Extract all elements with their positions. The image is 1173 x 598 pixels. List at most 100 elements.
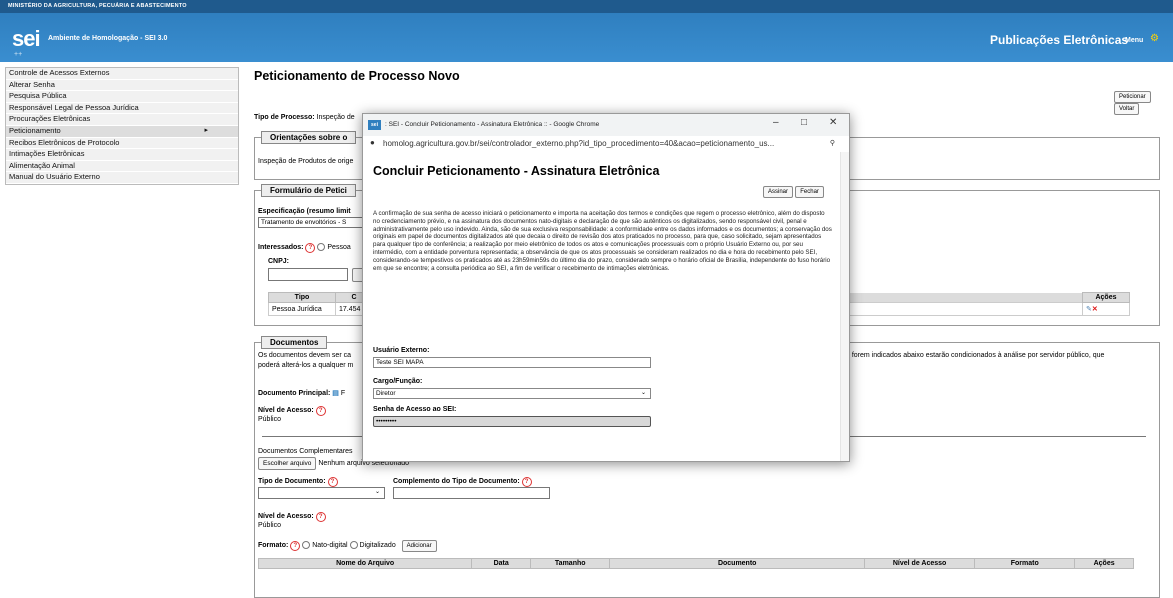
menu-link[interactable]: Menu xyxy=(1125,37,1143,44)
ministry-bar: MINISTÉRIO DA AGRICULTURA, PECUÁRIA E AB… xyxy=(0,0,1173,13)
terms-paragraph: A confirmação de sua senha de acesso ini… xyxy=(373,210,832,272)
sei-logo[interactable]: sei xyxy=(12,26,41,52)
complemento-input[interactable] xyxy=(393,487,550,499)
nivel2-label: Nível de Acesso: xyxy=(258,513,314,520)
voltar-button[interactable]: Voltar xyxy=(1114,103,1140,115)
sidebar-item-manual[interactable]: Manual do Usuário Externo xyxy=(6,172,238,184)
files-table: Nome do Arquivo Data Tamanho Documento N… xyxy=(257,558,1134,569)
assinatura-popup: sei : SEI - Concluir Peticionamento - As… xyxy=(362,113,850,462)
address-bar[interactable]: ● homolog.agricultura.gov.br/sei/control… xyxy=(363,136,849,153)
tipo-processo: Tipo de Processo: Inspeção de xyxy=(254,114,355,121)
delete-icon[interactable]: ✕ xyxy=(1092,306,1098,313)
col-acoes: Ações xyxy=(1082,292,1130,303)
minimize-icon[interactable]: – xyxy=(773,117,779,128)
document-icon: ▤ xyxy=(332,390,339,397)
url-text[interactable]: homolog.agricultura.gov.br/sei/controlad… xyxy=(383,139,821,148)
usuario-label: Usuário Externo: xyxy=(373,347,430,354)
nato-digital-radio[interactable] xyxy=(302,541,311,550)
col-acoes: Ações xyxy=(1074,558,1134,569)
sidebar-item-label: Pesquisa Pública xyxy=(9,91,67,101)
complementares-label: Documentos Complementares xyxy=(258,448,353,455)
interessados-row: Interessados: ? Pessoa xyxy=(258,243,351,253)
popup-actions: Assinar Fechar xyxy=(763,186,824,198)
help-icon[interactable]: ? xyxy=(315,512,326,522)
assinar-button[interactable]: Assinar xyxy=(763,186,794,198)
senha-input[interactable]: ••••••••• xyxy=(373,416,651,427)
cnpj-label: CNPJ: xyxy=(268,258,290,265)
col-formato: Formato xyxy=(974,558,1076,569)
choose-file-button[interactable]: Escolher arquivo xyxy=(258,457,317,470)
nivel2-row: Nível de Acesso: ? xyxy=(258,512,326,522)
sidebar-item-label: Alimentação Animal xyxy=(9,160,75,170)
digitalizado-radio[interactable] xyxy=(349,541,358,550)
cargo-label: Cargo/Função: xyxy=(373,378,423,385)
complemento-label: Complemento do Tipo de Documento: xyxy=(393,478,520,485)
cargo-select[interactable]: Diretor ⌄ xyxy=(373,388,651,399)
documentos-legend: Documentos xyxy=(261,336,328,349)
maximize-icon[interactable]: □ xyxy=(801,117,807,128)
complemento-row: Complemento do Tipo de Documento: ? xyxy=(393,477,532,487)
chevron-right-icon: ▸ xyxy=(204,126,208,134)
help-icon[interactable]: ? xyxy=(305,243,316,253)
col-nome: Nome do Arquivo xyxy=(257,558,473,569)
top-actions: Peticionar Voltar xyxy=(1114,91,1173,115)
sidebar-item-procuracoes[interactable]: Procurações Eletrônicas xyxy=(6,114,238,126)
senha-label: Senha de Acesso ao SEI: xyxy=(373,406,457,413)
digitalizado-label: Digitalizado xyxy=(359,542,396,549)
adicionar-button[interactable]: Adicionar xyxy=(401,540,437,552)
tipo-processo-value: Inspeção de xyxy=(316,114,355,121)
help-icon[interactable]: ? xyxy=(315,406,326,416)
sidebar-item-alterar-senha[interactable]: Alterar Senha xyxy=(6,80,238,92)
ministry-name: MINISTÉRIO DA AGRICULTURA, PECUÁRIA E AB… xyxy=(8,3,187,9)
user-icon[interactable]: ⚙ xyxy=(1150,33,1159,44)
sidebar: Controle de Acessos Externos Alterar Sen… xyxy=(5,67,239,185)
col-tamanho: Tamanho xyxy=(530,558,611,569)
sidebar-item-peticionamento[interactable]: Peticionamento ▸ xyxy=(6,125,238,138)
sidebar-item-label: Peticionamento xyxy=(9,125,61,135)
documentos-text-a: Os documentos devem ser ca xyxy=(258,352,351,359)
peticionar-button[interactable]: Peticionar xyxy=(1114,91,1151,103)
help-icon[interactable]: ? xyxy=(290,541,301,551)
sidebar-item-label: Manual do Usuário Externo xyxy=(9,172,100,182)
documentos-text-c: e forem indicados abaixo estarão condici… xyxy=(846,352,1105,359)
cargo-value: Diretor xyxy=(376,390,396,397)
scrollbar[interactable] xyxy=(840,152,849,461)
cnpj-input[interactable] xyxy=(268,268,348,281)
row-actions: ✎✕ xyxy=(1082,302,1130,316)
sidebar-item-pesquisa-publica[interactable]: Pesquisa Pública xyxy=(6,91,238,103)
nivel-label: Nível de Acesso: xyxy=(258,407,314,414)
tipo-doc-row: Tipo de Documento: ? xyxy=(258,477,338,487)
documentos-text-b: poderá alterá-los a qualquer m xyxy=(258,362,354,369)
help-icon[interactable]: ? xyxy=(327,477,338,487)
close-icon[interactable]: ✕ xyxy=(829,117,837,128)
sidebar-item-recibos[interactable]: Recibos Eletrônicos de Protocolo xyxy=(6,138,238,150)
especificacao-input[interactable]: Tratamento de envoltórios - S xyxy=(258,217,364,228)
especificacao-label: Especificação (resumo limit xyxy=(258,208,351,215)
table-header-row: Nome do Arquivo Data Tamanho Documento N… xyxy=(257,558,1134,569)
app-title: Publicações Eletrônicas xyxy=(990,33,1129,47)
tipo-doc-select[interactable]: ⌄ xyxy=(258,487,385,499)
nivel-row: Nível de Acesso: ? xyxy=(258,406,326,416)
help-icon[interactable]: ? xyxy=(521,477,532,487)
sidebar-item-responsavel-legal[interactable]: Responsável Legal de Pessoa Jurídica xyxy=(6,103,238,115)
formato-row: Formato: ? Nato-digital Digitalizado Adi… xyxy=(258,540,437,552)
header: sei Ambiente de Homologação - SEI 3.0 ++… xyxy=(0,13,1173,62)
doc-principal-value: F xyxy=(340,390,346,397)
sidebar-item-controle-acessos[interactable]: Controle de Acessos Externos xyxy=(6,68,238,80)
col-tipo: Tipo xyxy=(268,292,336,303)
pessoa-radio[interactable] xyxy=(317,243,326,252)
sidebar-item-alimentacao-animal[interactable]: Alimentação Animal xyxy=(6,161,238,173)
formulario-legend: Formulário de Petici xyxy=(261,184,356,197)
window-titlebar[interactable]: sei : SEI - Concluir Peticionamento - As… xyxy=(363,114,849,136)
sidebar-item-intimacoes[interactable]: Intimações Eletrônicas xyxy=(6,149,238,161)
window-title: : SEI - Concluir Peticionamento - Assina… xyxy=(385,121,600,128)
key-icon[interactable]: ⚲ xyxy=(830,139,835,147)
fechar-button[interactable]: Fechar xyxy=(795,186,824,198)
tipo-doc-label: Tipo de Documento: xyxy=(258,478,326,485)
interessados-label: Interessados: xyxy=(258,244,304,251)
nato-digital-label: Nato-digital xyxy=(312,542,348,549)
sidebar-item-label: Procurações Eletrônicas xyxy=(9,114,91,124)
sei-favicon-icon: sei xyxy=(368,120,381,130)
usuario-input[interactable]: Teste SEI MAPA xyxy=(373,357,651,368)
popup-content: Concluir Peticionamento - Assinatura Ele… xyxy=(363,152,849,461)
